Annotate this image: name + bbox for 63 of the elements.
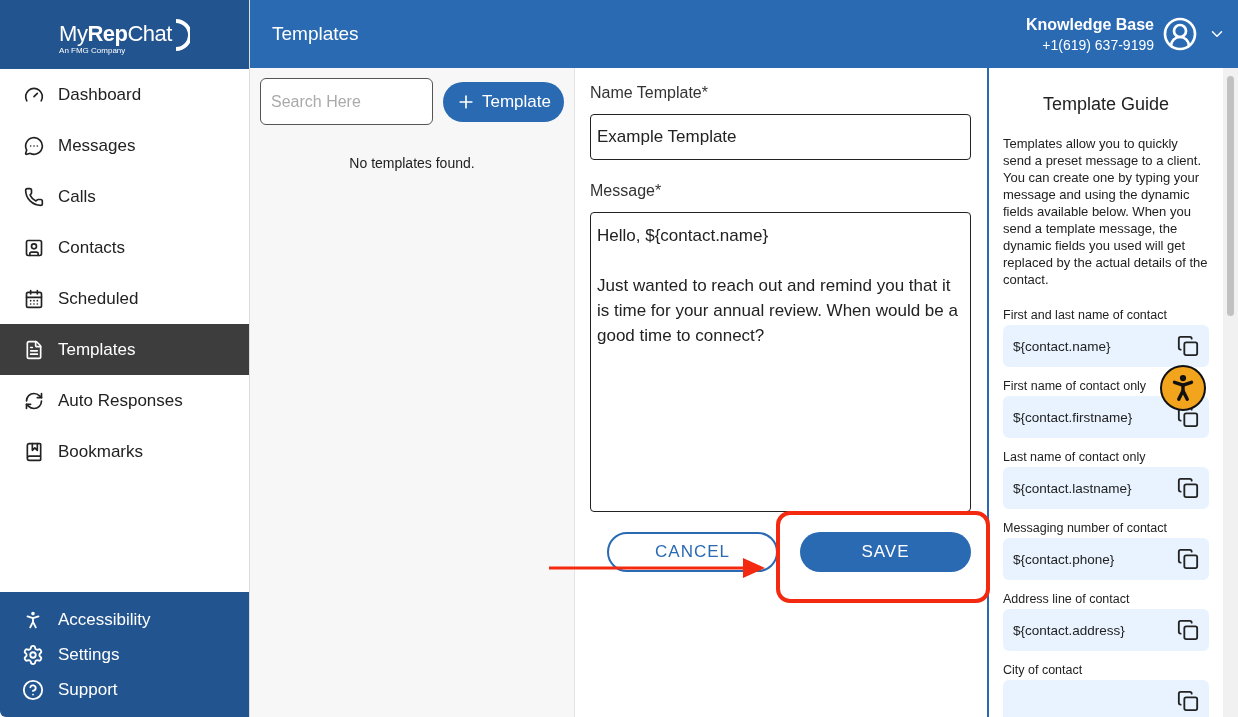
copy-icon[interactable]	[1177, 548, 1199, 570]
sidebar-label: Scheduled	[58, 288, 139, 309]
sidebar-item[interactable]: Scheduled	[0, 273, 249, 324]
copy-icon[interactable]	[1177, 619, 1199, 641]
add-template-button[interactable]: Template	[443, 81, 564, 122]
guide-field-label: Address line of contact	[1003, 592, 1131, 606]
field-label: Name Template*	[590, 84, 709, 102]
footer-link[interactable]: Settings	[58, 644, 120, 665]
calendar-icon	[24, 288, 44, 309]
user-avatar-icon[interactable]	[1162, 16, 1198, 52]
copy-icon[interactable]	[1177, 690, 1199, 712]
search-field[interactable]: Search Here	[260, 78, 433, 125]
sidebar-item[interactable]: Auto Responses	[0, 375, 249, 426]
footer-link[interactable]: Support	[58, 679, 118, 700]
sidebar-label: Dashboard	[58, 84, 142, 105]
sidebar-item[interactable]: Dashboard	[0, 69, 249, 120]
sidebar-label: Auto Responses	[58, 390, 183, 411]
sidebar-label: Templates	[58, 339, 136, 360]
phone-icon	[24, 186, 44, 207]
settings-icon[interactable]	[22, 643, 44, 666]
bookmark-icon	[24, 441, 44, 462]
sidebar-item[interactable]: Contacts	[0, 222, 249, 273]
footer-link[interactable]: Accessibility	[58, 609, 151, 630]
sidebar-item[interactable]: Templates	[0, 324, 249, 375]
copy-icon[interactable]	[1177, 477, 1199, 499]
sidebar-label: Bookmarks	[58, 441, 144, 462]
sidebar-label: Contacts	[58, 237, 126, 258]
guide-intro: Templates allow you to quickly send a preset message to a client. You can create one by typing your message and using the dynamic fields available below. When you send a template message, the dynamic fields you used will get replaced by the actual details of the contact.	[1003, 135, 1209, 288]
sidebar-item[interactable]: Calls	[0, 171, 249, 222]
guide-field-label: First name of contact only	[1003, 379, 1148, 393]
dynamic-field-value: ${contact.lastname}	[1013, 480, 1132, 496]
dynamic-field-value: ${contact.phone}	[1013, 551, 1115, 567]
sidebar-label: Messages	[58, 135, 136, 156]
sidebar-item[interactable]: Messages	[0, 120, 249, 171]
account-name: Knowledge Base	[1025, 15, 1154, 34]
logo-name: MyRepChat	[59, 22, 172, 46]
copy-icon[interactable]	[1177, 335, 1199, 357]
logo-tagline: An FMG Company	[59, 46, 127, 55]
guide-field-label: Last name of contact only	[1003, 450, 1147, 464]
page-title: Templates	[272, 23, 360, 45]
save-button[interactable]: SAVE	[800, 532, 971, 572]
dynamic-field-value: ${contact.address}	[1013, 622, 1125, 638]
logo-arc-icon	[173, 18, 190, 51]
guide-field-label: First and last name of contact	[1003, 308, 1168, 322]
contact-card-icon	[24, 237, 44, 258]
sidebar-label: Calls	[58, 186, 96, 207]
message-field[interactable]: Hello, ${contact.name} Just wanted to reach out and remind you that it is time for your annual review. When would be a good time to connect?	[590, 212, 971, 512]
dynamic-field-value: ${contact.firstname}	[1013, 409, 1133, 425]
guide-field-label: City of contact	[1003, 663, 1084, 677]
dynamic-field-value: ${contact.name}	[1013, 338, 1111, 354]
field-label: Message*	[590, 182, 663, 200]
sidebar-item[interactable]: Bookmarks	[0, 426, 249, 477]
scrollbar-thumb[interactable]	[1227, 76, 1234, 316]
name-field[interactable]: Example Template	[590, 114, 971, 160]
guide-title: Template Guide	[1041, 94, 1171, 115]
account-phone: +1(619) 637-9199	[1042, 36, 1154, 53]
guide-field-label: Messaging number of contact	[1003, 521, 1168, 535]
refresh-icon	[24, 390, 44, 411]
help-icon[interactable]	[22, 678, 44, 701]
chat-bubble-icon	[24, 135, 44, 156]
document-icon	[24, 339, 44, 360]
cancel-button[interactable]: CANCEL	[607, 532, 778, 572]
empty-message: No templates found.	[348, 155, 476, 171]
